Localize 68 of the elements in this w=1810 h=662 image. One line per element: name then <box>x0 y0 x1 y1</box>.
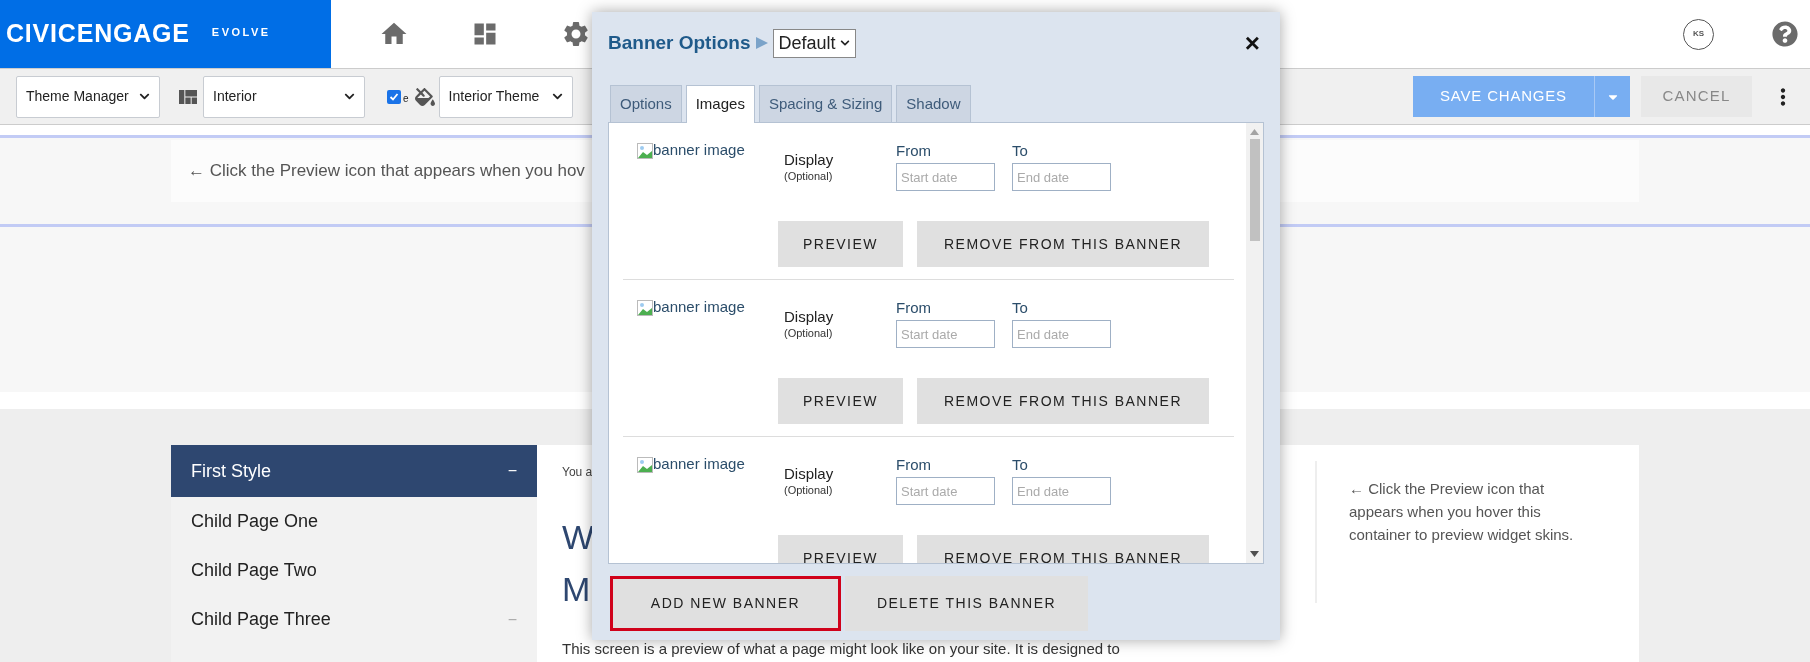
optional-note: (Optional) <box>784 326 834 340</box>
help-icon[interactable] <box>1772 21 1798 47</box>
image-alt-text: banner image <box>653 455 745 473</box>
logo-text[interactable]: CIVICENGAGE <box>6 15 190 53</box>
dialog-tab[interactable]: Images <box>685 85 755 123</box>
dialog-tab[interactable]: Shadow <box>896 85 971 122</box>
start-date-field[interactable]: Start date <box>896 320 995 348</box>
triangle-icon <box>754 36 769 50</box>
preview-button[interactable]: PREVIEW <box>778 378 903 424</box>
aside-hint-text: ← Click the Preview icon that appears when you hover this container to preview widget skins. <box>1349 479 1575 545</box>
display-label: Display <box>784 308 835 326</box>
image-alt-text: banner image <box>653 298 745 316</box>
end-date-field[interactable]: End date <box>1012 477 1111 505</box>
remove-button[interactable]: REMOVE FROM THIS BANNER <box>917 378 1209 424</box>
preset-select[interactable]: Default <box>772 28 856 58</box>
breadcrumb: You a <box>562 465 593 479</box>
close-button[interactable]: × <box>1244 30 1260 56</box>
broken-image-icon <box>637 457 653 473</box>
preview-button[interactable]: PREVIEW <box>778 535 903 563</box>
start-date-field[interactable]: Start date <box>896 163 995 191</box>
to-label: To <box>1012 455 1029 475</box>
checkbox[interactable] <box>387 89 401 104</box>
end-date-field[interactable]: End date <box>1012 320 1111 348</box>
logo-subtitle: EVOLVE <box>211 24 271 40</box>
to-label: To <box>1012 141 1029 161</box>
chevron-icon <box>839 38 850 48</box>
page-type-select[interactable]: Theme Manager <box>16 75 160 118</box>
scrollbar[interactable] <box>1246 123 1263 563</box>
broken-image-icon <box>637 300 653 316</box>
collapse-toggle[interactable]: − <box>507 459 517 483</box>
preview-button[interactable]: PREVIEW <box>778 221 903 267</box>
optional-note: (Optional) <box>784 169 834 183</box>
chevron-icon <box>551 91 563 102</box>
from-label: From <box>896 455 932 475</box>
remove-button[interactable]: REMOVE FROM THIS BANNER <box>917 221 1209 267</box>
delete-banner-button[interactable]: DELETE THIS BANNER <box>845 576 1088 631</box>
sidebar-item[interactable]: Child Page One <box>171 497 537 546</box>
display-label: Display <box>784 465 835 483</box>
display-label: Display <box>784 151 835 169</box>
dialog-tab[interactable]: Options <box>610 85 682 122</box>
dialog-title: Banner Options <box>608 30 751 55</box>
page-heading: W <box>562 517 595 558</box>
to-label: To <box>1012 298 1029 318</box>
end-date-field[interactable]: End date <box>1012 163 1111 191</box>
layout-select[interactable]: Interior <box>203 75 365 118</box>
from-label: From <box>896 298 932 318</box>
checkbox-label: e <box>403 93 409 104</box>
broken-image-icon <box>637 143 653 159</box>
sidebar-item[interactable]: Child Page Three − <box>171 595 537 644</box>
scroll-down-icon[interactable] <box>1250 551 1259 557</box>
page-heading: M <box>562 569 591 610</box>
chevron-icon <box>139 91 150 102</box>
settings-icon[interactable] <box>561 19 591 49</box>
preview-hint-text: ← Click the Preview icon that appears when you hov <box>188 160 585 183</box>
scroll-thumb[interactable] <box>1249 139 1260 241</box>
dialog-tab[interactable]: Spacing & Sizing <box>758 85 893 122</box>
start-date-field[interactable]: Start date <box>896 477 995 505</box>
optional-note: (Optional) <box>784 483 834 497</box>
add-banner-button[interactable]: ADD NEW BANNER <box>610 576 841 631</box>
sidebar-item[interactable]: First Style − <box>171 445 537 497</box>
remove-button[interactable]: REMOVE FROM THIS BANNER <box>917 535 1209 563</box>
image-alt-text: banner image <box>653 141 745 159</box>
chevron-icon <box>344 91 355 102</box>
sidebar-item[interactable]: Child Page Two <box>171 546 537 595</box>
paint-bucket-icon <box>414 86 435 107</box>
from-label: From <box>896 141 932 161</box>
theme-select[interactable]: Interior Theme <box>438 75 573 118</box>
intro-paragraph: This screen is a preview of what a page might look like on your site. It is designed to <box>562 641 1120 657</box>
